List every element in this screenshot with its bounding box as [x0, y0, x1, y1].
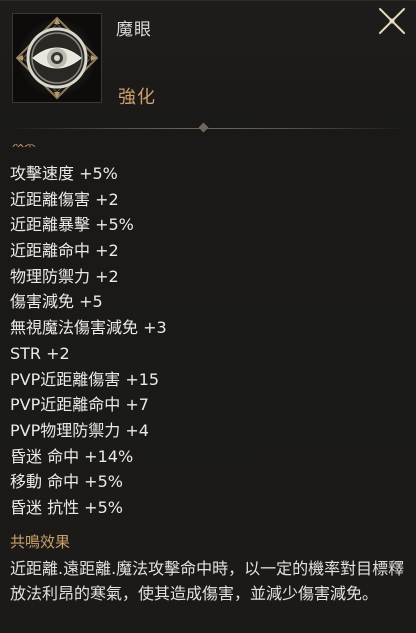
stat-list: 攻擊速度 +5% 近距離傷害 +2 近距離暴擊 +5% 近距離命中 +2 物理防… [10, 161, 167, 521]
stat-line: PVP物理防禦力 +4 [10, 420, 149, 440]
header-divider [0, 122, 416, 133]
stat-line: 近距離命中 +2 [10, 241, 119, 261]
stat-line: 傷害減免 +5 [10, 292, 103, 312]
stat-line: 無視魔法傷害減免 +3 [10, 318, 167, 338]
stat-line: PVP近距離傷害 +15 [10, 369, 160, 389]
stat-line: 物理防禦力 +2 [10, 266, 119, 286]
stat-line: PVP近距離命中 +7 [10, 395, 149, 415]
stat-line: STR +2 [10, 343, 70, 363]
stat-line: 移動 命中 +5% [10, 472, 123, 492]
stat-line: 昏迷 抗性 +5% [10, 497, 123, 517]
item-grade: 強化 [118, 87, 156, 108]
stat-line: 攻擊速度 +5% [10, 164, 118, 183]
item-icon-frame [12, 13, 102, 103]
effects-section-title-clipped: 效果 [12, 144, 36, 152]
item-header: 魔眼 強化 [0, 1, 416, 123]
eye-emblem-icon [13, 14, 101, 102]
item-tooltip-panel: 魔眼 強化 效果 攻擊速度 +5% 近距離傷害 +2 近距離暴擊 +5 [0, 0, 416, 633]
resonance-title: 共鳴效果 [10, 533, 71, 551]
stat-line: 近距離暴擊 +5% [10, 215, 134, 235]
close-button[interactable] [376, 3, 408, 39]
effects-section-title: 效果 [12, 144, 36, 149]
item-name: 魔眼 [116, 20, 152, 40]
stat-line: 昏迷 命中 +14% [10, 446, 134, 466]
divider-ornament [198, 122, 209, 133]
stat-line: 近距離傷害 +2 [10, 189, 119, 209]
resonance-description: 近距離.遠距離.魔法攻擊命中時，以一定的機率對目標釋放法利昂的寒氣，使其造成傷害… [10, 559, 405, 603]
divider-line [8, 128, 408, 129]
close-icon [378, 7, 406, 35]
